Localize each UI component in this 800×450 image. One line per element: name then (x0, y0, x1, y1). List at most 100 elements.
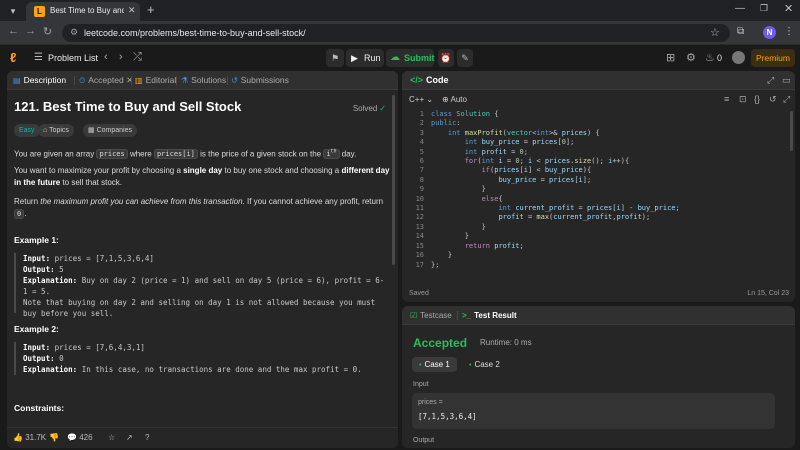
tab-description[interactable]: ▤ Description (13, 75, 66, 85)
tab-search-icon[interactable]: ▾ (6, 4, 20, 18)
description-paragraph-1: You are given an array prices where pric… (14, 149, 357, 160)
problem-list-link[interactable]: Problem List (48, 53, 98, 63)
chevron-down-icon: ⌄ (426, 95, 434, 104)
maximize-icon[interactable]: ❐ (760, 3, 768, 14)
thumbs-up-icon: 👍 (13, 433, 23, 442)
back-icon[interactable]: ← (8, 25, 19, 37)
comment-icon: 💬 (67, 433, 77, 442)
tab-solutions[interactable]: ⚗ Solutions (181, 75, 226, 85)
extensions-icon[interactable]: ⧉ (737, 26, 744, 37)
saved-status: Saved (409, 290, 429, 297)
reload-icon[interactable]: ↻ (43, 25, 52, 38)
forward-icon[interactable]: → (25, 25, 36, 37)
code-panel-title: </> Code (410, 75, 449, 85)
tab-title: Best Time to Buy and Sell Stock (50, 6, 124, 15)
help-icon[interactable]: ? (145, 433, 149, 442)
language-select[interactable]: C++ ⌄ (409, 95, 433, 104)
like-button[interactable]: 👍 31.7K (13, 433, 46, 442)
leetcode-logo-icon[interactable]: ℓ (10, 51, 23, 64)
site-info-icon[interactable]: ⚙ (70, 27, 78, 38)
format-icon[interactable]: ≡ (724, 94, 729, 104)
submit-button[interactable]: ☁ Submit (386, 49, 435, 67)
window-close-icon[interactable]: ✕ (784, 2, 793, 15)
description-scrollbar[interactable] (392, 95, 395, 265)
notes-icon[interactable]: ✎ (457, 49, 473, 67)
streak-count: 0 (717, 53, 723, 63)
variable-value: [7,1,5,3,6,4] (418, 412, 477, 421)
problem-title: 121. Best Time to Buy and Sell Stock (14, 99, 242, 114)
test-result-panel: ☑ Testcase >_ Test Result Accepted Runtime… (402, 306, 795, 448)
constraints-title: Constraints: (14, 403, 65, 413)
streak-fire-icon[interactable]: ♨ (705, 51, 715, 64)
tab-editorial[interactable]: ▥ Editorial (135, 75, 176, 85)
code-brackets-icon: </> (410, 75, 424, 85)
variable-name: prices = (418, 399, 443, 406)
new-tab-icon[interactable]: + (147, 2, 155, 17)
pass-dot-icon: • (419, 362, 422, 369)
debug-icon[interactable]: ⚑ (326, 49, 344, 67)
settings-gear-icon[interactable]: ⚙ (686, 51, 696, 64)
run-button[interactable]: ▶ Run (346, 49, 384, 67)
comments-button[interactable]: 💬 426 (67, 433, 93, 442)
run-label: Run (364, 53, 381, 63)
input-value-box: prices = [7,1,5,3,6,4] (412, 393, 775, 429)
next-problem-icon[interactable]: › (119, 51, 123, 63)
bookmark-star-icon[interactable]: ☆ (710, 26, 720, 39)
browser-menu-icon[interactable]: ⋮ (784, 26, 794, 37)
browser-tab-bar: ▾ L Best Time to Buy and Sell Stock ✕ + … (0, 0, 800, 21)
timer-icon[interactable]: ⏰ (438, 49, 454, 67)
panel-collapse-icon[interactable]: ▭ (782, 75, 791, 86)
description-panel: ▤ Description ⏲ Accepted ✕ ▥ Editorial ⚗ Sol… (7, 71, 398, 448)
user-avatar[interactable] (732, 51, 745, 64)
input-label: Input (413, 381, 429, 388)
case-1-button[interactable]: • Case 1 (412, 357, 457, 372)
bookmark-icon[interactable]: ⊡ (739, 94, 747, 105)
url-text: leetcode.com/problems/best-time-to-buy-a… (84, 28, 306, 38)
description-paragraph-3: Return the maximum profit you can achiev… (14, 197, 384, 219)
editor-scrollbar[interactable] (790, 111, 793, 151)
braces-icon[interactable]: {} (754, 94, 760, 104)
tab-test-result[interactable]: >_ Test Result (462, 311, 517, 320)
dislike-icon[interactable]: 👎 (49, 433, 59, 442)
profile-avatar[interactable]: N (763, 26, 776, 39)
checkbox-icon: ☑ (410, 311, 418, 320)
output-label: Output (413, 437, 435, 444)
tab-accepted[interactable]: ⏲ Accepted ✕ (79, 75, 133, 86)
check-circle-icon: ✓ (379, 104, 386, 113)
premium-button[interactable]: Premium (751, 49, 795, 67)
tab-close-icon[interactable]: ✕ (128, 5, 136, 16)
tab-testcase[interactable]: ☑ Testcase (410, 311, 452, 320)
tab-close-icon[interactable]: ✕ (126, 75, 133, 85)
list-icon[interactable]: ☰ (34, 52, 43, 63)
companies-tag[interactable]: ▦ Companies (83, 124, 137, 137)
code-panel: </> Code ⤢ ▭ C++ ⌄ ⊕ Auto ≡ ⊡ {} ↺ ⤢ 1234… (402, 71, 795, 302)
code-content[interactable]: class Solution { public: int maxProfit(v… (431, 110, 680, 270)
favorite-star-icon[interactable]: ☆ (108, 433, 115, 442)
difficulty-badge[interactable]: Easy (14, 124, 40, 137)
lock-icon: ⊕ (442, 95, 449, 104)
tab-submissions[interactable]: ↺ Submissions (231, 75, 289, 85)
example-2-block: Input: prices = [7,6,4,3,1] Output: 0 Ex… (14, 342, 390, 375)
share-icon[interactable]: ↗ (126, 433, 133, 442)
prev-problem-icon[interactable]: ‹ (104, 51, 108, 63)
fullscreen-icon[interactable]: ⤢ (783, 94, 790, 105)
code-editor[interactable]: 1 2 3 4 5 6 7 8 9 10 11 12 13 14 15 16 17 class Solution… (402, 110, 795, 283)
expand-icon[interactable]: ⤢ (767, 75, 774, 86)
shuffle-icon[interactable]: ⤮ (133, 51, 142, 64)
case-2-button[interactable]: • Case 2 (462, 357, 507, 372)
url-field[interactable]: ⚙ leetcode.com/problems/best-time-to-buy… (62, 24, 730, 42)
tag-icon: ⌂ (43, 127, 48, 134)
submit-label: Submit (404, 53, 435, 63)
result-status: Accepted (413, 336, 468, 350)
browser-tab[interactable]: L Best Time to Buy and Sell Stock ✕ (26, 2, 140, 21)
description-footer: 👍 31.7K 👎 💬 426 ☆ ↗ ? (7, 427, 398, 448)
example-1-block: Input: prices = [7,1,5,3,6,4] Output: 5 … (14, 253, 390, 318)
minimize-icon[interactable]: — (735, 3, 745, 14)
auto-mode-toggle[interactable]: ⊕ Auto (442, 95, 467, 104)
layout-grid-icon[interactable]: ⊞ (666, 51, 675, 64)
description-paragraph-2: You want to maximize your profit by choo… (14, 166, 390, 187)
example-1-title: Example 1: (14, 235, 59, 245)
topics-tag[interactable]: ⌂ Topics (38, 124, 74, 137)
pass-dot-icon: • (469, 362, 472, 369)
reset-icon[interactable]: ↺ (769, 94, 777, 105)
